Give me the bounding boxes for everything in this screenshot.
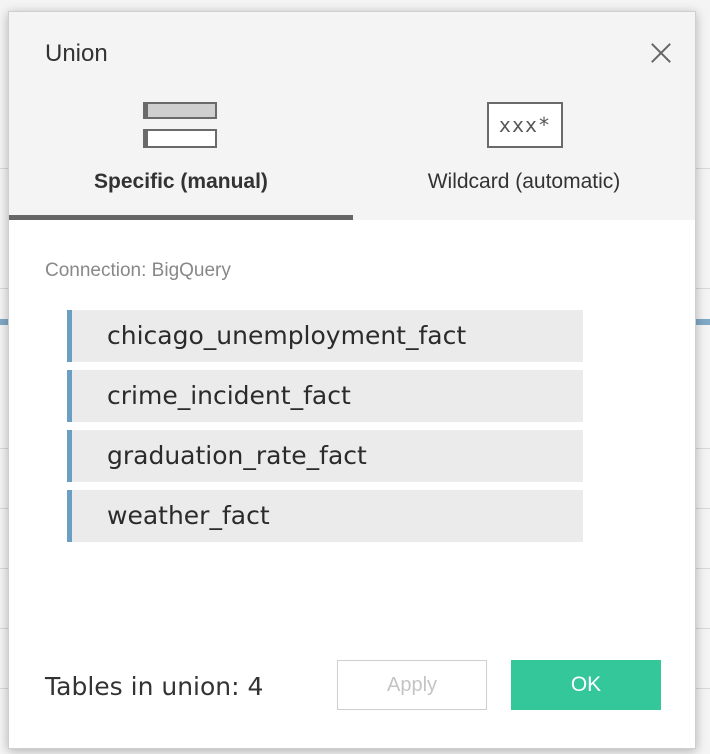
wildcard-icon: xxx* [487,102,563,148]
table-name: crime_incident_fact [107,381,351,410]
table-item[interactable]: weather_fact [67,490,583,542]
tab-wildcard-label: Wildcard (automatic) [427,170,621,193]
table-list: chicago_unemployment_fact crime_incident… [67,310,583,550]
dialog-title: Union [45,40,108,67]
tab-specific[interactable]: Specific (manual) [9,90,353,220]
table-name: weather_fact [107,501,270,530]
tab-specific-label: Specific (manual) [94,170,268,193]
dialog-header: Union Specific (manual) xxx* Wildcard (a… [9,12,695,220]
tab-wildcard[interactable]: xxx* Wildcard (automatic) [353,90,695,220]
tables-in-union-count: Tables in union: 4 [45,672,264,701]
table-name: chicago_unemployment_fact [107,321,467,350]
table-name: graduation_rate_fact [107,441,367,470]
close-icon[interactable] [645,38,677,70]
connection-label: Connection: BigQuery [45,260,231,281]
table-item[interactable]: crime_incident_fact [67,370,583,422]
ok-button[interactable]: OK [511,660,661,710]
table-item[interactable]: graduation_rate_fact [67,430,583,482]
table-item[interactable]: chicago_unemployment_fact [67,310,583,362]
apply-button[interactable]: Apply [337,660,487,710]
specific-list-icon [143,102,219,150]
union-dialog: Union Specific (manual) xxx* Wildcard (a… [8,11,696,749]
